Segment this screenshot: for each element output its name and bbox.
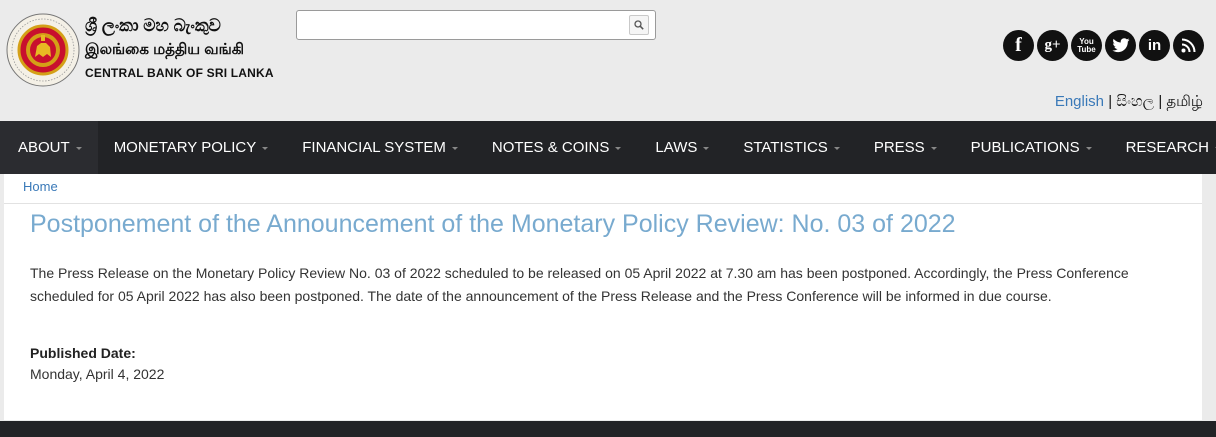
search-box — [296, 10, 656, 40]
nav-monetary-policy[interactable]: MONETARY POLICY — [98, 121, 287, 174]
social-links: f g+ You Tube in — [1003, 30, 1207, 61]
site-header: ශ්‍රී ලංකා මහ බැංකුව இலங்கை மத்திய வங்கி… — [0, 0, 1216, 121]
nav-statistics[interactable]: STATISTICS — [727, 121, 857, 174]
breadcrumb-home-link[interactable]: Home — [23, 179, 58, 194]
caret-down-icon — [75, 147, 82, 150]
nav-press[interactable]: PRESS — [858, 121, 955, 174]
google-plus-icon[interactable]: g+ — [1037, 30, 1068, 61]
caret-down-icon — [451, 147, 458, 150]
search-button[interactable] — [629, 15, 649, 35]
nav-research[interactable]: RESEARCH — [1110, 121, 1216, 174]
main-nav: ABOUT MONETARY POLICY FINANCIAL SYSTEM N… — [0, 121, 1216, 174]
brand-name-english: CENTRAL BANK OF SRI LANKA — [85, 66, 274, 80]
language-english-link[interactable]: English — [1055, 93, 1104, 110]
caret-down-icon — [262, 147, 269, 150]
page-title: Postponement of the Announcement of the … — [30, 210, 956, 238]
brand-names: ශ්‍රී ලංකා මහ බැංකුව இலங்கை மத்திய வங்கி… — [85, 14, 274, 84]
nav-notes-coins[interactable]: NOTES & COINS — [476, 121, 640, 174]
language-tamil-link[interactable]: தமிழ் — [1166, 93, 1203, 110]
facebook-icon[interactable]: f — [1003, 30, 1034, 61]
brand-name-tamil: இலங்கை மத்திய வங்கி — [85, 41, 245, 58]
central-bank-logo[interactable] — [6, 13, 80, 87]
language-separator: | — [1158, 93, 1163, 110]
language-switcher: English | සිංහල | தமிழ் — [1055, 93, 1203, 112]
brand-name-sinhala: ශ්‍රී ලංකා මහ බැංකුව — [85, 16, 221, 35]
rss-icon[interactable] — [1173, 30, 1204, 61]
language-separator: | — [1108, 93, 1113, 110]
twitter-icon[interactable] — [1105, 30, 1136, 61]
caret-down-icon — [703, 147, 710, 150]
language-sinhala-link[interactable]: සිංහල — [1116, 93, 1154, 110]
youtube-icon[interactable]: You Tube — [1071, 30, 1102, 61]
linkedin-icon[interactable]: in — [1139, 30, 1170, 61]
main-content: Home Postponement of the Announcement of… — [4, 174, 1202, 420]
search-icon — [634, 20, 644, 30]
published-date-label: Published Date: — [30, 345, 136, 361]
search-input[interactable] — [301, 14, 623, 38]
caret-down-icon — [1085, 147, 1092, 150]
nav-publications[interactable]: PUBLICATIONS — [955, 121, 1110, 174]
published-date-value: Monday, April 4, 2022 — [30, 366, 165, 382]
nav-financial-system[interactable]: FINANCIAL SYSTEM — [286, 121, 476, 174]
caret-down-icon — [833, 147, 840, 150]
nav-about[interactable]: ABOUT — [0, 121, 98, 174]
caret-down-icon — [930, 147, 937, 150]
site-footer — [0, 421, 1216, 437]
article-body: The Press Release on the Monetary Policy… — [30, 265, 1129, 304]
breadcrumb-divider — [4, 203, 1202, 204]
caret-down-icon — [615, 147, 622, 150]
nav-laws[interactable]: LAWS — [639, 121, 727, 174]
